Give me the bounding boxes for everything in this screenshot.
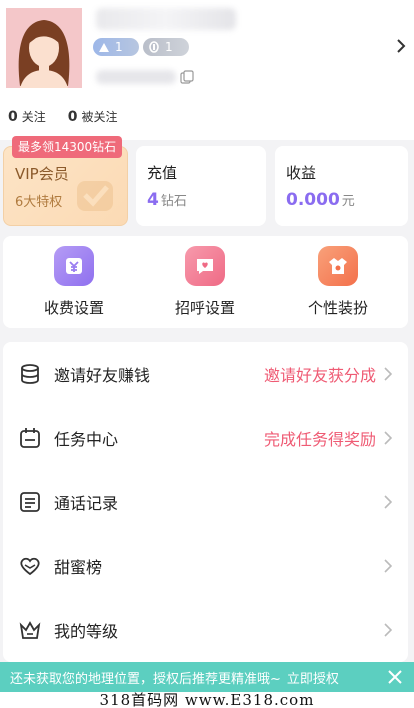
gem-icon xyxy=(149,41,159,53)
authorize-now-button[interactable]: 立即授权 xyxy=(287,668,339,687)
quick-action-fee-settings[interactable]: 收费设置 xyxy=(19,246,129,318)
vip-crown-watermark-icon xyxy=(77,181,113,211)
triangle-level-icon xyxy=(99,42,109,52)
chevron-right-icon[interactable] xyxy=(396,38,406,54)
banner-message: 还未获取您的地理位置，授权后推荐更精准哦~ xyxy=(10,671,281,687)
menu-item-label: 任务中心 xyxy=(54,430,119,449)
username-blurred xyxy=(96,8,236,30)
following-label: 关注 xyxy=(21,110,46,124)
close-icon[interactable] xyxy=(386,668,404,686)
vip-promo-tag: 最多领14300钻石 xyxy=(12,136,123,158)
recharge-unit: 钻石 xyxy=(160,194,187,209)
income-title: 收益 xyxy=(286,164,317,182)
costume-icon xyxy=(318,246,358,286)
menu-item-label: 甜蜜榜 xyxy=(54,558,103,577)
chevron-right-icon xyxy=(384,623,392,637)
followers-count: 0 xyxy=(67,109,78,125)
income-unit: 元 xyxy=(341,194,355,209)
level-badge: 1 xyxy=(93,38,139,56)
menu-item-invite-friends[interactable]: 邀请好友赚钱 邀请好友获分成 xyxy=(3,342,408,406)
recharge-amount: 4 xyxy=(147,190,159,210)
recharge-balance: 4 钻石 xyxy=(147,190,187,210)
chat-heart-icon xyxy=(185,246,225,286)
crown-icon xyxy=(19,621,41,639)
quick-action-greeting-settings[interactable]: 招呼设置 xyxy=(150,246,260,318)
menu-item-task-center[interactable]: 任务中心 完成任务得奖励 xyxy=(3,406,408,470)
avatar[interactable] xyxy=(6,8,82,88)
site-watermark: 318首码网 www.E318.com xyxy=(0,692,414,708)
followers-label: 被关注 xyxy=(81,110,118,124)
menu-item-hint: 完成任务得奖励 xyxy=(263,430,376,449)
chevron-right-icon xyxy=(384,367,392,381)
menu-item-label: 我的等级 xyxy=(54,622,119,641)
menu-item-sweet-ranking[interactable]: 甜蜜榜 xyxy=(3,534,408,598)
chevron-right-icon xyxy=(384,431,392,445)
chevron-right-icon xyxy=(384,559,392,573)
gem-badge-value: 1 xyxy=(165,40,173,54)
profile-header[interactable]: 1 1 0 关注 0 被关注 xyxy=(0,0,414,140)
heart-icon xyxy=(20,557,40,576)
quick-actions: 收费设置 招呼设置 个性装扮 xyxy=(3,236,408,328)
vip-subtitle: 6大特权 xyxy=(15,195,63,210)
calendar-icon xyxy=(20,428,40,448)
quick-action-label: 招呼设置 xyxy=(174,299,235,317)
chevron-right-icon xyxy=(384,495,392,509)
copy-icon[interactable] xyxy=(180,70,194,84)
quick-action-label: 个性装扮 xyxy=(307,299,368,317)
following-stat[interactable]: 0 关注 xyxy=(8,108,46,125)
vip-title: VIP会员 xyxy=(15,165,69,183)
menu-item-my-level[interactable]: 我的等级 xyxy=(3,598,408,662)
quick-action-label: 收费设置 xyxy=(43,299,104,317)
income-card[interactable]: 收益 0.000 元 xyxy=(275,146,408,226)
followers-stat[interactable]: 0 被关注 xyxy=(68,108,118,125)
menu-item-label: 通话记录 xyxy=(54,494,119,513)
follow-stats: 0 关注 0 被关注 xyxy=(8,108,140,125)
recharge-card[interactable]: 充值 4 钻石 xyxy=(136,146,266,226)
yen-tag-icon xyxy=(54,246,94,286)
income-balance: 0.000 元 xyxy=(286,190,355,210)
vip-card[interactable]: VIP会员 6大特权 xyxy=(3,146,128,226)
user-id-blurred xyxy=(96,70,176,84)
menu-item-hint: 邀请好友获分成 xyxy=(263,366,376,385)
level-badge-value: 1 xyxy=(115,40,123,54)
location-permission-banner: 还未获取您的地理位置，授权后推荐更精准哦~ 立即授权 xyxy=(0,662,414,692)
document-icon xyxy=(20,492,40,512)
menu-list: 邀请好友赚钱 邀请好友获分成 任务中心 完成任务得奖励 通话记录 甜蜜榜 我的等… xyxy=(3,342,408,662)
gem-badge: 1 xyxy=(143,38,189,56)
income-amount: 0.000 xyxy=(286,190,340,210)
following-count: 0 xyxy=(8,109,18,125)
menu-item-label: 邀请好友赚钱 xyxy=(54,366,151,385)
quick-action-personal-dressup[interactable]: 个性装扮 xyxy=(283,246,393,318)
coins-stack-icon xyxy=(21,364,39,384)
menu-item-call-records[interactable]: 通话记录 xyxy=(3,470,408,534)
recharge-title: 充值 xyxy=(147,164,178,182)
